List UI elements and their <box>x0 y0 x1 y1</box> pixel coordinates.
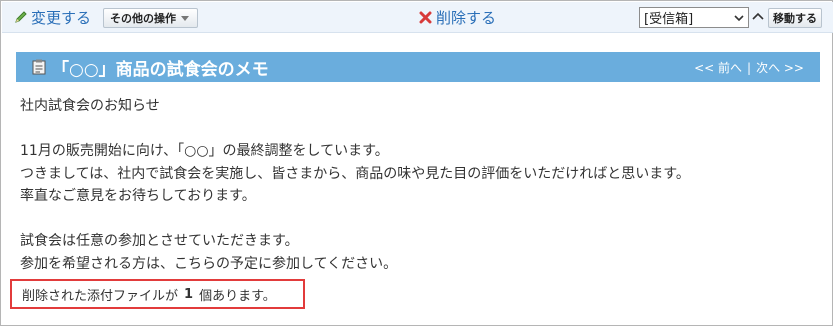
memo-icon <box>32 59 46 75</box>
edit-button[interactable]: 変更する <box>14 7 91 27</box>
body-line <box>20 208 820 231</box>
memo-title-bar: 「○○」商品の試食会のメモ << 前へ | 次へ >> <box>16 52 820 82</box>
body-line: 11月の販売開始に向け、「○○」の最終調整をしています。 <box>20 143 389 159</box>
chevron-down-icon <box>734 14 744 21</box>
body-line: 試食会は任意の参加とさせていただきます。 <box>20 233 299 249</box>
other-actions-label: その他の操作 <box>110 12 176 25</box>
attachment-count: 1 <box>184 286 194 302</box>
other-actions-button[interactable]: その他の操作 <box>103 8 198 28</box>
edit-label: 変更する <box>31 8 92 27</box>
body-line: 率直なご意見をお待ちしております。 <box>20 188 256 204</box>
body-line: 社内試食会のお知らせ <box>20 98 160 114</box>
memo-window: 変更する その他の操作 削除する [受信箱] 移動する 「○○」商品の試食会のメ… <box>0 0 833 326</box>
x-icon <box>419 11 432 23</box>
folder-select[interactable]: [受信箱] <box>639 7 749 28</box>
arrow-icon <box>752 12 764 20</box>
move-label: 移動する <box>773 12 817 25</box>
page-title: 「○○」商品の試食会のメモ <box>52 59 269 80</box>
body-line <box>20 118 820 141</box>
delete-button[interactable]: 削除する <box>419 7 496 27</box>
notice-prefix: 削除された添付ファイルが <box>22 288 179 304</box>
memo-body: 社内試食会のお知らせ 11月の販売開始に向け、「○○」の最終調整をしています。 … <box>20 95 820 275</box>
deleted-attachment-notice: 削除された添付ファイルが 1 個あります。 <box>10 279 305 309</box>
delete-label: 削除する <box>436 8 497 27</box>
pencil-icon <box>15 11 27 23</box>
memo-nav: << 前へ | 次へ >> <box>694 59 804 76</box>
next-link[interactable]: 次へ >> <box>756 59 804 76</box>
notice-suffix: 個あります。 <box>199 288 276 304</box>
prev-link[interactable]: << 前へ <box>694 59 742 76</box>
nav-separator: | <box>747 60 752 75</box>
caret-down-icon <box>181 15 189 21</box>
move-button[interactable]: 移動する <box>768 8 822 28</box>
body-line: つきましては、社内で試食会を実施し、皆さまから、商品の味や見た目の評価をいただけ… <box>20 165 690 182</box>
toolbar: 変更する その他の操作 削除する [受信箱] 移動する <box>2 2 833 33</box>
folder-select-value: [受信箱] <box>644 12 694 27</box>
body-line: 参加を希望される方は、こちらの予定に参加してください。 <box>20 255 398 272</box>
